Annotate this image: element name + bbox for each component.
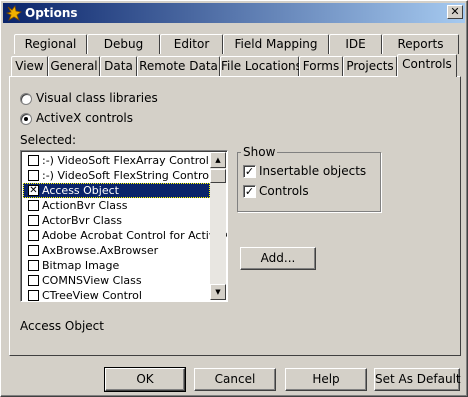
ok-button[interactable]: OK <box>104 367 186 392</box>
tab-debug[interactable]: Debug <box>87 34 160 54</box>
tab-label: Field Mapping <box>234 37 318 51</box>
tab-label: General <box>50 59 98 73</box>
tab-data[interactable]: Data <box>100 56 137 76</box>
tab-label: Debug <box>103 37 144 51</box>
tab-label: IDE <box>345 37 366 51</box>
tab-view[interactable]: View <box>11 56 48 76</box>
close-icon: ✕ <box>450 5 460 18</box>
tab-label: Forms <box>302 59 340 73</box>
tab-editor[interactable]: Editor <box>160 34 223 54</box>
tab-projects[interactable]: Projects <box>343 56 397 76</box>
tab-field-mapping[interactable]: Field Mapping <box>223 34 329 54</box>
tab-label: Remote Data <box>139 59 218 73</box>
ok-button-label: OK <box>136 372 154 386</box>
tab-label: Controls <box>402 57 452 71</box>
title-bar[interactable]: Options ✕ <box>3 3 465 23</box>
tab-panel-controls <box>9 76 461 356</box>
tab-label: File Locations <box>221 59 302 73</box>
cancel-button[interactable]: Cancel <box>194 368 276 391</box>
close-button[interactable]: ✕ <box>447 5 463 19</box>
tab-remote-data[interactable]: Remote Data <box>137 56 220 76</box>
set-as-default-button[interactable]: Set As Default <box>374 368 461 391</box>
window-title: Options <box>25 6 78 20</box>
set-as-default-button-label: Set As Default <box>375 372 461 386</box>
tab-ide[interactable]: IDE <box>329 34 382 54</box>
options-dialog: Options ✕ Regional Debug Editor Field Ma… <box>0 0 468 397</box>
tab-label: Projects <box>346 59 394 73</box>
foxpro-app-icon <box>6 5 22 21</box>
tab-controls[interactable]: Controls <box>397 54 457 77</box>
tab-reports[interactable]: Reports <box>382 34 459 54</box>
tab-regional[interactable]: Regional <box>14 34 87 54</box>
tab-file-locations[interactable]: File Locations <box>220 56 302 76</box>
tab-general[interactable]: General <box>48 56 100 76</box>
tab-forms[interactable]: Forms <box>299 56 343 76</box>
tab-label: Data <box>104 59 133 73</box>
show-group-title: Show <box>241 145 278 159</box>
cancel-button-label: Cancel <box>214 372 256 386</box>
tab-label: Regional <box>24 37 77 51</box>
help-button[interactable]: Help <box>285 368 367 391</box>
tab-label: View <box>15 59 44 73</box>
tab-label: Editor <box>173 37 210 51</box>
help-button-label: Help <box>312 372 340 386</box>
tab-label: Reports <box>397 37 444 51</box>
